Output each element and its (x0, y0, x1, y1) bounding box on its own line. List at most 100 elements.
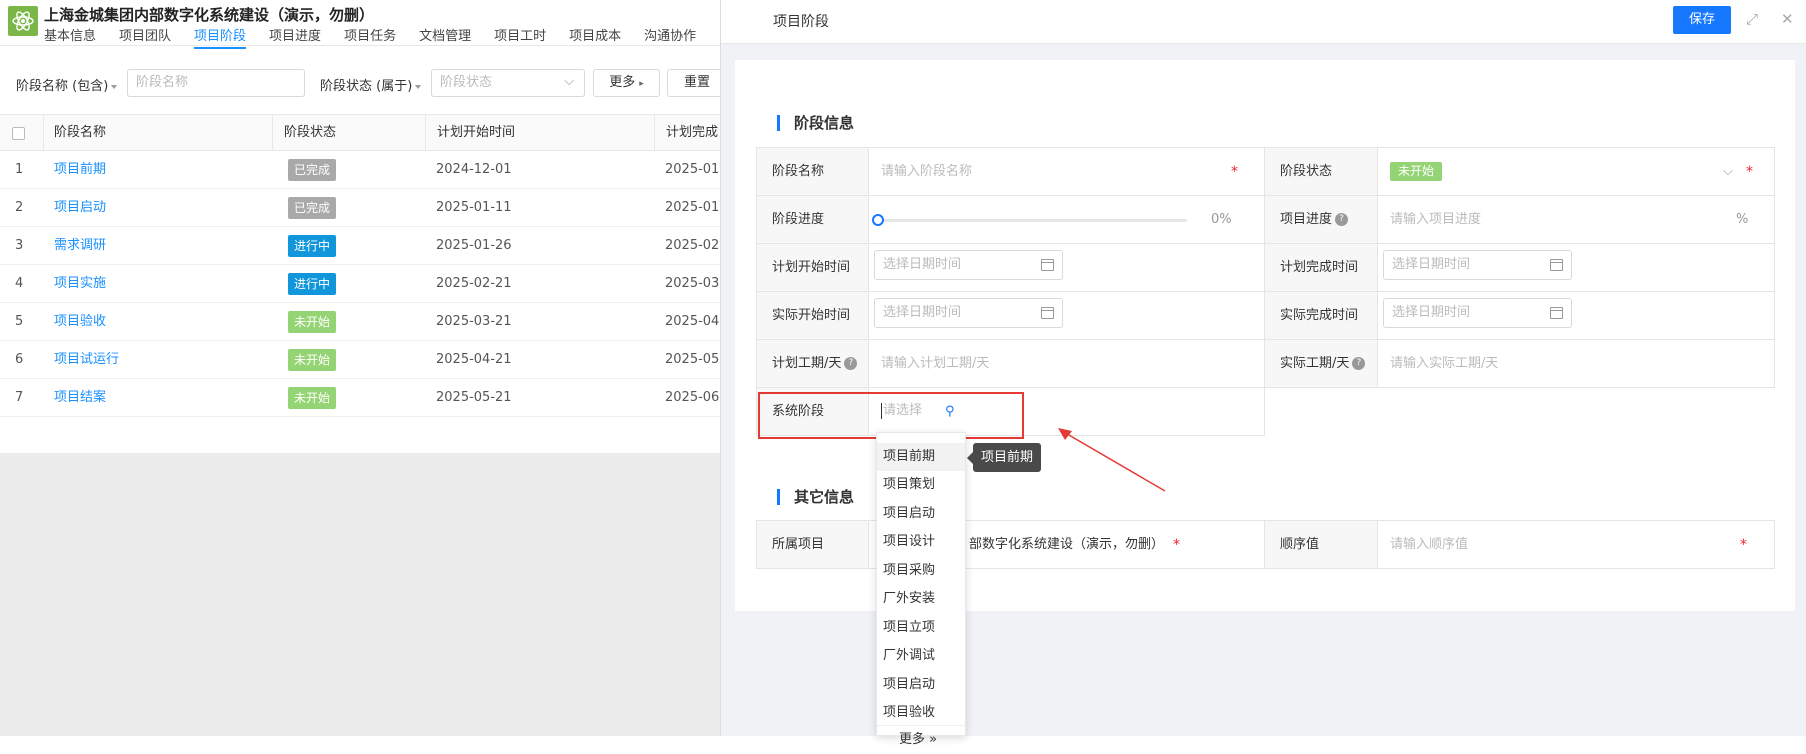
dropdown-option[interactable]: 厂外安装 (877, 585, 965, 613)
plan-start-date: 2025-04-21 (436, 352, 512, 367)
stage-list-page: 上海金城集团内部数字化系统建设（演示，勿删） 基本信息 项目团队 项目阶段 项目… (0, 0, 727, 736)
plan-start-date: 2025-05-21 (436, 390, 512, 405)
calendar-icon (1041, 259, 1054, 271)
project-label: 所属项目 (756, 520, 869, 569)
stage-name-link[interactable]: 项目实施 (54, 265, 106, 302)
actual-days-input[interactable]: 请输入实际工期/天 (1377, 339, 1775, 388)
dropdown-more-link[interactable]: 更多 » (877, 725, 965, 753)
table-row[interactable]: 2 项目启动 已完成 2025-01-11 2025-01- (0, 189, 724, 227)
progress-slider-handle[interactable] (872, 214, 884, 226)
table-row[interactable]: 4 项目实施 进行中 2025-02-21 2025-03- (0, 265, 724, 303)
filter-name-label[interactable]: 阶段名称 (包含) (16, 75, 118, 94)
dropdown-option[interactable]: 项目前期 (877, 443, 965, 471)
status-badge: 进行中 (288, 273, 337, 295)
filter-status-select[interactable]: 阶段状态 ⌵ (431, 69, 585, 97)
actual-start-label: 实际开始时间 (756, 291, 869, 340)
plan-end-date: 2025-06- (665, 390, 725, 405)
dropdown-option[interactable]: 项目验收 (877, 699, 965, 727)
header-stage-name[interactable]: 阶段名称 (54, 115, 106, 151)
stage-name-link[interactable]: 需求调研 (54, 227, 106, 264)
dropdown-option[interactable]: 项目立项 (877, 614, 965, 642)
select-all-checkbox[interactable] (12, 127, 25, 140)
panel-header: 项目阶段 保存 ⤢ ✕ (721, 0, 1806, 44)
close-icon[interactable]: ✕ (1781, 10, 1794, 28)
actual-end-field: 选择日期时间 (1377, 291, 1775, 340)
section-other-info: 其它信息 (777, 489, 854, 505)
tabs-divider (0, 45, 720, 46)
stage-name-link[interactable]: 项目试运行 (54, 341, 119, 378)
actual-end-datepicker[interactable]: 选择日期时间 (1383, 298, 1572, 328)
more-filters-button[interactable]: 更多 ▸ (593, 69, 660, 97)
plan-start-date: 2025-02-21 (436, 276, 512, 291)
table-row[interactable]: 1 项目前期 已完成 2024-12-01 2025-01- (0, 151, 724, 189)
header-plan-start[interactable]: 计划开始时间 (437, 115, 515, 151)
plan-start-label: 计划开始时间 (756, 243, 869, 292)
header-stage-status[interactable]: 阶段状态 (284, 115, 336, 151)
chevron-down-icon: ⌵ (564, 74, 574, 89)
dropdown-option[interactable]: 项目采购 (877, 557, 965, 585)
help-icon[interactable]: ? (844, 357, 858, 370)
dropdown-option[interactable]: 项目启动 (877, 500, 965, 528)
plan-start-datepicker[interactable]: 选择日期时间 (874, 250, 1063, 280)
project-value: 部数字化系统建设（演示，勿删） (969, 537, 1165, 552)
stage-name-link[interactable]: 项目验收 (54, 303, 106, 340)
stage-name-input[interactable]: 请输入阶段名称 * (868, 147, 1265, 196)
project-progress-input[interactable]: 请输入项目进度 % (1377, 195, 1775, 244)
dropdown-option[interactable]: 厂外调试 (877, 642, 965, 670)
help-icon[interactable]: ? (1352, 357, 1366, 370)
column-divider (43, 115, 44, 151)
table-row[interactable]: 7 项目结案 未开始 2025-05-21 2025-06- (0, 379, 724, 417)
table-row[interactable]: 3 需求调研 进行中 2025-01-26 2025-02- (0, 227, 724, 265)
status-badge: 未开始 (288, 387, 337, 409)
plan-end-date: 2025-03- (665, 276, 725, 291)
status-tag: 未开始 (1390, 162, 1443, 181)
stage-name-link[interactable]: 项目启动 (54, 189, 106, 226)
panel-title: 项目阶段 (773, 14, 829, 30)
plan-end-date: 2025-05- (665, 352, 725, 367)
header-plan-end[interactable]: 计划完成 (666, 115, 718, 151)
row-index: 1 (15, 162, 24, 177)
option-tooltip: 项目前期 (966, 443, 1042, 472)
progress-slider-track[interactable] (881, 219, 1187, 222)
actual-start-field: 选择日期时间 (868, 291, 1265, 340)
status-badge: 已完成 (288, 159, 337, 181)
percent-unit: % (1736, 212, 1749, 227)
stage-name-link[interactable]: 项目结案 (54, 379, 106, 416)
required-mark: * (1740, 537, 1747, 553)
plan-days-input[interactable]: 请输入计划工期/天 (868, 339, 1265, 388)
plan-start-date: 2025-01-26 (436, 238, 512, 253)
order-input[interactable]: 请输入顺序值 * (1377, 520, 1775, 569)
row-index: 2 (15, 200, 24, 215)
stage-status-select[interactable]: 未开始 ⌵ * (1377, 147, 1775, 196)
filter-status-label[interactable]: 阶段状态 (属于) (320, 75, 422, 94)
filter-name-input[interactable]: 阶段名称 (127, 69, 305, 97)
plan-end-date: 2025-02- (665, 238, 725, 253)
row-index: 4 (15, 276, 24, 291)
plan-end-label: 计划完成时间 (1264, 243, 1378, 292)
dropdown-option[interactable]: 项目设计 (877, 528, 965, 556)
expand-icon[interactable]: ⤢ (1746, 10, 1758, 28)
table-body: 1 项目前期 已完成 2024-12-01 2025-01- 2 项目启动 已完成 2025-0… (0, 151, 724, 417)
caret-down-icon (111, 84, 118, 89)
annotation-arrow (1058, 428, 1166, 492)
table-row[interactable]: 6 项目试运行 未开始 2025-04-21 2025-05- (0, 341, 724, 379)
help-icon[interactable]: ? (1335, 213, 1349, 226)
project-progress-label: 项目进度? (1264, 195, 1378, 244)
reset-button[interactable]: 重置 (667, 69, 727, 97)
stage-name-link[interactable]: 项目前期 (54, 151, 106, 188)
plan-start-date: 2025-03-21 (436, 314, 512, 329)
row-index: 5 (15, 314, 24, 329)
dropdown-option[interactable]: 项目启动 (877, 671, 965, 699)
plan-end-date: 2025-01- (665, 200, 725, 215)
calendar-icon (1041, 307, 1054, 319)
save-button[interactable]: 保存 (1673, 6, 1731, 34)
plan-end-datepicker[interactable]: 选择日期时间 (1383, 250, 1572, 280)
table-row[interactable]: 5 项目验收 未开始 2025-03-21 2025-04- (0, 303, 724, 341)
section-stage-info: 阶段信息 (777, 115, 854, 131)
dropdown-option[interactable]: 项目策划 (877, 471, 965, 499)
status-badge: 已完成 (288, 197, 337, 219)
row-index: 7 (15, 390, 24, 405)
actual-start-datepicker[interactable]: 选择日期时间 (874, 298, 1063, 328)
stage-progress-field: 0% (868, 195, 1265, 244)
status-badge: 未开始 (288, 311, 337, 333)
